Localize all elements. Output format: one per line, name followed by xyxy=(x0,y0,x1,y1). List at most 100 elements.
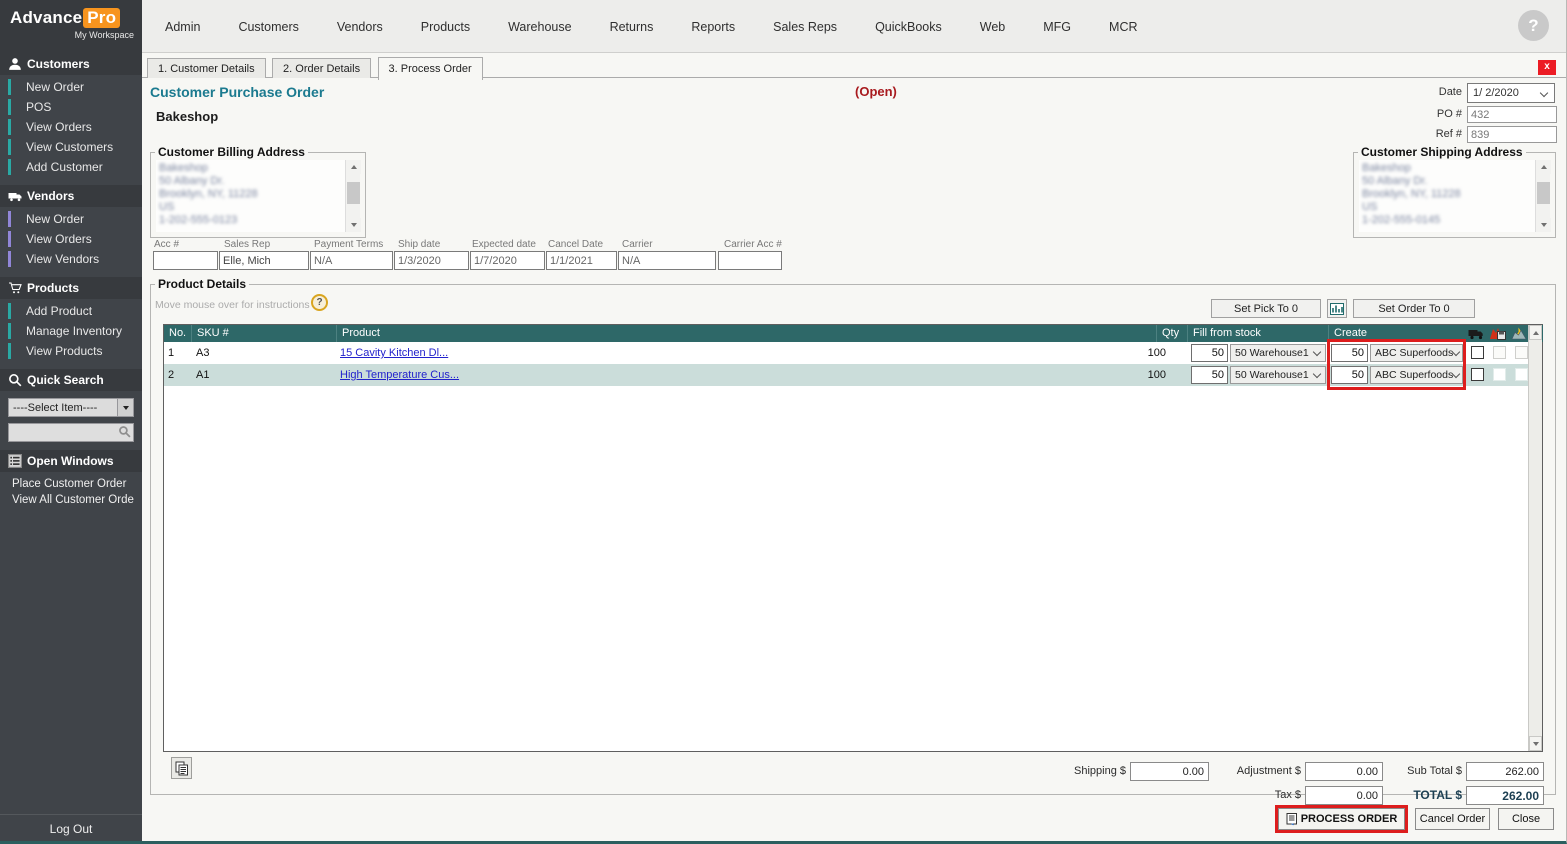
nav-item-mfg[interactable]: MFG xyxy=(1043,20,1071,34)
scroll-down-icon[interactable] xyxy=(1529,736,1542,751)
table-scrollbar[interactable] xyxy=(1528,325,1542,751)
set-pick-to-zero-button[interactable]: Set Pick To 0 xyxy=(1211,299,1321,318)
row-checkbox-1[interactable] xyxy=(1471,368,1484,381)
sidebar-item-view-vendors[interactable]: View Vendors xyxy=(0,249,142,269)
sidebar-section-title: Vendors xyxy=(27,189,74,203)
acc-number-field[interactable] xyxy=(153,251,218,270)
sidebar-item-new-order[interactable]: New Order xyxy=(0,77,142,97)
product-link[interactable]: High Temperature Cus... xyxy=(340,364,459,386)
copy-lines-button[interactable] xyxy=(171,757,192,779)
adjustment-label: Adjustment $ xyxy=(1191,762,1301,781)
ship-date-field[interactable] xyxy=(394,251,469,270)
quick-search-select[interactable]: ----Select Item---- xyxy=(8,398,134,417)
nav-item-products[interactable]: Products xyxy=(421,20,470,34)
carrier-field[interactable] xyxy=(618,251,716,270)
sidebar-section-title: Quick Search xyxy=(27,373,104,387)
row-checkbox-3[interactable] xyxy=(1515,368,1528,381)
row-checkbox-3[interactable] xyxy=(1515,346,1528,359)
sales-rep-field[interactable] xyxy=(219,251,309,270)
tab-process-order[interactable]: 3. Process Order xyxy=(378,57,483,80)
create-qty-input[interactable] xyxy=(1331,344,1368,362)
select-dropdown-arrow[interactable] xyxy=(117,399,133,416)
search-input-icon xyxy=(118,425,131,438)
vendor-value: ABC Superfoods xyxy=(1375,369,1453,381)
quick-search-select-value: ----Select Item---- xyxy=(9,402,117,414)
product-link[interactable]: 15 Cavity Kitchen Dl... xyxy=(340,342,448,364)
sidebar-item-pos[interactable]: POS xyxy=(0,97,142,117)
po-number-field[interactable] xyxy=(1467,106,1557,123)
open-window-place-customer-order[interactable]: Place Customer Order xyxy=(0,476,142,492)
billing-address-title: Customer Billing Address xyxy=(155,145,308,159)
scroll-thumb[interactable] xyxy=(1537,182,1550,204)
nav-item-sales-reps[interactable]: Sales Reps xyxy=(773,20,837,34)
logout-button[interactable]: Log Out xyxy=(0,814,142,844)
scroll-up-icon[interactable] xyxy=(346,160,361,174)
row-checkbox-2[interactable] xyxy=(1493,346,1506,359)
scroll-down-icon[interactable] xyxy=(346,218,361,232)
pick-qty-input[interactable] xyxy=(1191,366,1228,384)
sidebar-item-manage-inventory[interactable]: Manage Inventory xyxy=(0,321,142,341)
sidebar-item-vendor-view-orders[interactable]: View Orders xyxy=(0,229,142,249)
carrier-label: Carrier xyxy=(622,239,653,250)
expected-date-field[interactable] xyxy=(470,251,545,270)
nav-item-mcr[interactable]: MCR xyxy=(1109,20,1137,34)
vendor-dropdown[interactable]: ABC Superfoods xyxy=(1370,366,1463,384)
warehouse-dropdown[interactable]: 50 Warehouse1 xyxy=(1230,344,1326,362)
row-checkbox-2[interactable] xyxy=(1493,368,1506,381)
create-qty-input[interactable] xyxy=(1331,366,1368,384)
set-order-to-zero-button[interactable]: Set Order To 0 xyxy=(1353,299,1475,318)
advancepro-window: AdvancePro My Workspace Admin Customers … xyxy=(0,0,1567,844)
ref-number-field[interactable] xyxy=(1467,126,1557,143)
sidebar-item-add-customer[interactable]: Add Customer xyxy=(0,157,142,177)
scroll-up-icon[interactable] xyxy=(1536,160,1551,174)
nav-item-vendors[interactable]: Vendors xyxy=(337,20,383,34)
shipping-scrollbar[interactable] xyxy=(1535,160,1550,232)
process-order-button[interactable]: PROCESS ORDER xyxy=(1278,808,1405,830)
sidebar-item-view-products[interactable]: View Products xyxy=(0,341,142,361)
payment-terms-field[interactable] xyxy=(310,251,393,270)
close-tab-icon[interactable]: x xyxy=(1538,60,1556,75)
sales-rep-label: Sales Rep xyxy=(224,239,270,250)
nav-item-web[interactable]: Web xyxy=(980,20,1005,34)
nav-item-quickbooks[interactable]: QuickBooks xyxy=(875,20,942,34)
table-row: 2 A1 High Temperature Cus... 100 50 Ware… xyxy=(164,364,1528,386)
nav-item-reports[interactable]: Reports xyxy=(691,20,735,34)
tab-customer-details[interactable]: 1. Customer Details xyxy=(147,58,266,78)
pick-qty-input[interactable] xyxy=(1191,344,1228,362)
hint-help-icon[interactable]: ? xyxy=(311,294,328,311)
warehouse-dropdown[interactable]: 50 Warehouse1 xyxy=(1230,366,1326,384)
vendor-dropdown[interactable]: ABC Superfoods xyxy=(1370,344,1463,362)
scroll-thumb[interactable] xyxy=(347,182,360,204)
warehouse-value: 50 Warehouse1 xyxy=(1235,347,1309,359)
chart-report-button[interactable] xyxy=(1327,299,1347,318)
process-order-highlight: PROCESS ORDER xyxy=(1275,805,1408,833)
open-window-view-all-customer-orders[interactable]: View All Customer Orde xyxy=(0,492,142,508)
date-picker[interactable]: 1/ 2/2020 xyxy=(1467,83,1555,103)
tab-order-details[interactable]: 2. Order Details xyxy=(272,58,371,78)
sidebar-item-view-orders[interactable]: View Orders xyxy=(0,117,142,137)
nav-item-customers[interactable]: Customers xyxy=(238,20,298,34)
cell-sku: A1 xyxy=(196,364,209,386)
nav-item-admin[interactable]: Admin xyxy=(165,20,200,34)
billing-scrollbar[interactable] xyxy=(345,160,360,232)
scroll-down-icon[interactable] xyxy=(1536,218,1551,232)
logo-advance: Advance xyxy=(10,8,82,27)
main-area: 1. Customer Details 2. Order Details 3. … xyxy=(142,53,1567,844)
help-icon[interactable]: ? xyxy=(1518,10,1549,41)
cancel-date-field[interactable] xyxy=(546,251,617,270)
nav-item-returns[interactable]: Returns xyxy=(610,20,654,34)
sidebar-item-vendor-new-order[interactable]: New Order xyxy=(0,209,142,229)
row-checkbox-1[interactable] xyxy=(1471,346,1484,359)
ship-date-label: Ship date xyxy=(398,239,440,250)
cancel-order-button[interactable]: Cancel Order xyxy=(1415,808,1490,830)
subtotal-value xyxy=(1466,762,1544,781)
sidebar-item-add-product[interactable]: Add Product xyxy=(0,301,142,321)
cell-no: 1 xyxy=(168,342,174,364)
total-label: TOTAL $ xyxy=(1351,786,1462,805)
close-button[interactable]: Close xyxy=(1498,808,1554,830)
sidebar-item-view-customers[interactable]: View Customers xyxy=(0,137,142,157)
carrier-acc-field[interactable] xyxy=(718,251,782,270)
quick-search-input[interactable] xyxy=(8,423,134,442)
scroll-up-icon[interactable] xyxy=(1529,325,1542,340)
nav-item-warehouse[interactable]: Warehouse xyxy=(508,20,571,34)
